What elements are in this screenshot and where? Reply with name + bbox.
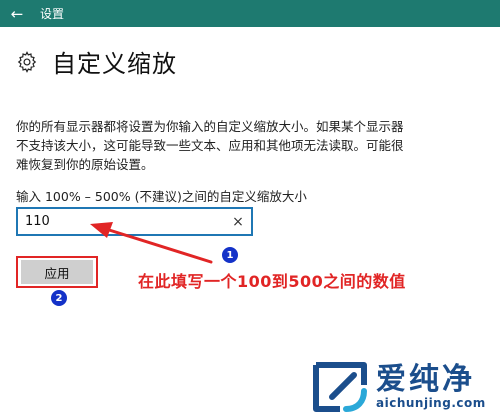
step-badge-2: 2 (51, 290, 67, 306)
watermark: 爱纯净 aichunjing.com (310, 361, 486, 413)
watermark-text: 爱纯净 aichunjing.com (376, 362, 486, 411)
step-badge-1: 1 (222, 247, 238, 263)
annotation-text: 在此填写一个100到500之间的数值 (138, 272, 406, 291)
watermark-url: aichunjing.com (376, 396, 486, 410)
watermark-logo-icon (313, 362, 367, 412)
annotation-arrow (90, 222, 213, 264)
watermark-brand: 爱纯净 (376, 362, 475, 397)
